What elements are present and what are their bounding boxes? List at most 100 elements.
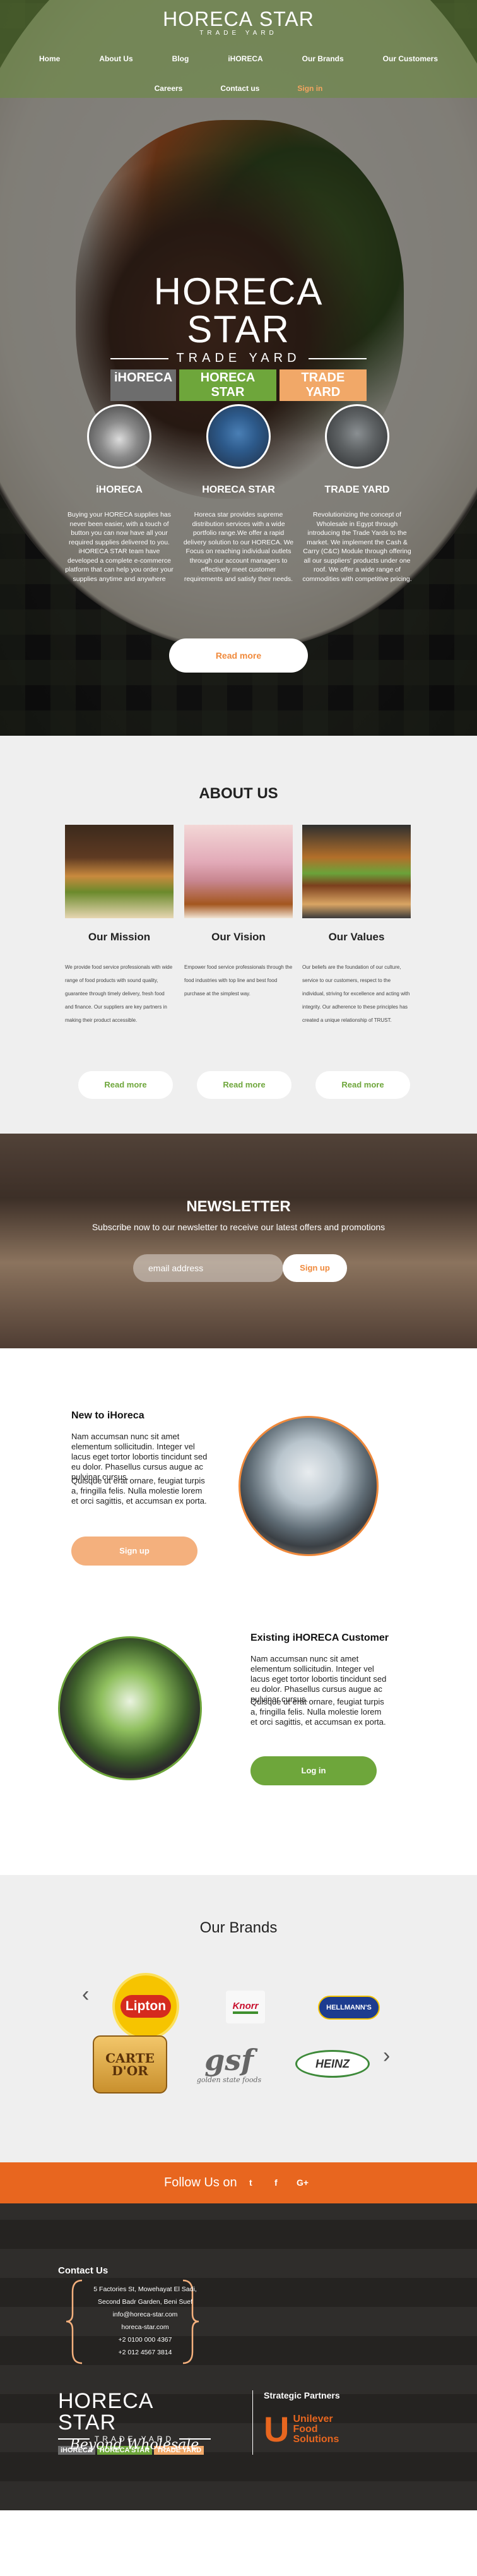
hero-logo-star: STAR <box>187 308 290 350</box>
hero-logo-sub: TRADE YARD <box>176 351 301 365</box>
google-plus-icon[interactable]: G+ <box>297 2178 309 2188</box>
chevron-left-icon[interactable]: ‹ <box>82 1982 89 2007</box>
trade-yard-title: TRADE YARD <box>324 484 390 495</box>
nav-contact-us[interactable]: Contact us <box>220 84 259 93</box>
logo-sub-text: TRADE YARD <box>199 30 278 37</box>
follow-bar: Follow Us on t f G+ <box>0 2162 477 2203</box>
existing-customer-text-2: Quisque ut erat ornare, feugiat turpis a… <box>250 1697 386 1727</box>
partner-name-line-1: Unilever <box>293 2414 333 2424</box>
nav-our-customers[interactable]: Our Customers <box>383 54 438 63</box>
nav-row-secondary: Careers Contact us Sign in <box>0 84 477 93</box>
existing-customer-title: Existing iHORECA Customer <box>250 1632 389 1643</box>
footer-logo-main: HORECA <box>58 2389 154 2413</box>
nav-sign-in[interactable]: Sign in <box>297 84 322 93</box>
follow-us-label: Follow Us on <box>164 2176 237 2190</box>
laptop-image <box>238 1416 379 1556</box>
unilever-u-icon: U <box>264 2409 290 2449</box>
gsf-logo-text: gsf <box>204 2042 254 2077</box>
gsf-logo-tagline: golden state foods <box>196 2075 262 2084</box>
lipton-logo-text: Lipton <box>120 1995 172 2018</box>
logo-star-text: STAR <box>259 8 314 30</box>
newsletter-overlay <box>0 1134 477 1348</box>
hero-logo-tab-ihoreca: iHORECA <box>110 369 177 401</box>
brand-carte-dor[interactable]: CARTE D'OR <box>93 2035 167 2094</box>
footer-divider <box>252 2390 253 2455</box>
vision-text: Empower food service professionals throu… <box>184 964 293 997</box>
logo-main-text: HORECA <box>163 8 254 30</box>
nav-logo[interactable]: HORECA STAR TRADE YARD <box>0 8 477 37</box>
hellmanns-logo-text: HELLMANN'S <box>326 2004 372 2011</box>
mission-read-more-button[interactable]: Read more <box>78 1071 173 1099</box>
newsletter-title: NEWSLETTER <box>186 1198 291 1215</box>
heinz-logo-text: HEINZ <box>315 2057 350 2070</box>
contact-phone-1: +2 0100 000 4367 <box>118 2336 172 2344</box>
footer-logo-star: STAR <box>58 2411 117 2435</box>
partner-name-line-3: Solutions <box>293 2434 339 2445</box>
log-in-button[interactable]: Log in <box>250 1756 377 1785</box>
brand-lipton[interactable]: Lipton <box>112 1973 179 2040</box>
knorr-logo-text: Knorr <box>232 2001 259 2014</box>
footer-slogan: Beyond Wholesale <box>69 2437 199 2453</box>
brand-heinz[interactable]: HEINZ <box>295 2050 370 2078</box>
strategic-partners-title: Strategic Partners <box>264 2390 340 2400</box>
unilever-food-solutions-logo[interactable]: U Unilever Food Solutions <box>264 2412 339 2447</box>
values-title: Our Values <box>328 931 385 943</box>
hero-logo-tab-trade-yard: TRADE YARD <box>279 369 367 401</box>
contact-website[interactable]: horeca-star.com <box>82 2323 208 2331</box>
values-image <box>302 825 411 918</box>
nav-about-us[interactable]: About Us <box>99 54 132 63</box>
vision-image <box>184 825 293 918</box>
nav-careers[interactable]: Careers <box>155 84 183 93</box>
address-line-2: Second Badr Garden, Beni Suef <box>97 2298 192 2306</box>
nav-our-brands[interactable]: Our Brands <box>302 54 344 63</box>
mission-title: Our Mission <box>88 931 151 943</box>
about-section: ABOUT US Our Mission Our Vision Our Valu… <box>0 736 477 1134</box>
trade-yard-image <box>325 404 389 469</box>
nav-row-primary: Home About Us Blog iHORECA Our Brands Ou… <box>0 54 477 63</box>
contact-phone-2: +2 012 4567 3814 <box>118 2349 172 2356</box>
newsletter-sign-up-button[interactable]: Sign up <box>283 1254 347 1282</box>
vision-title: Our Vision <box>211 931 266 943</box>
mission-text: We provide food service professionals wi… <box>65 964 173 1023</box>
nav-ihoreca[interactable]: iHORECA <box>228 54 262 63</box>
footer: Contact Us 5 Factories St, Mowehayat El … <box>0 2203 477 2510</box>
mission-image <box>65 825 174 918</box>
twitter-icon[interactable]: t <box>249 2178 252 2188</box>
nav-home[interactable]: Home <box>39 54 60 63</box>
values-read-more-button[interactable]: Read more <box>315 1071 410 1099</box>
address-line-1: 5 Factories St, Mowehayat El Sadi, <box>93 2285 197 2293</box>
hero-read-more-button[interactable]: Read more <box>169 638 308 673</box>
brands-title: Our Brands <box>199 1919 278 1936</box>
new-customer-title: New to iHoreca <box>71 1410 144 1421</box>
ihoreca-image <box>87 404 151 469</box>
top-navigation: HORECA STAR TRADE YARD Home About Us Blo… <box>0 0 477 98</box>
hero-logo-tab-horeca-star: HORECA STAR <box>179 369 276 401</box>
newsletter-section: NEWSLETTER Subscribe now to our newslett… <box>0 1134 477 1348</box>
newsletter-subtitle: Subscribe now to our newsletter to recei… <box>91 1222 386 1232</box>
ihoreca-website-image <box>58 1636 202 1780</box>
contact-title: Contact Us <box>58 2265 109 2276</box>
brand-knorr[interactable]: Knorr <box>226 1991 265 2023</box>
customers-section: New to iHoreca Nam accumsan nunc sit ame… <box>0 1348 477 1875</box>
chevron-right-icon[interactable]: › <box>383 2044 390 2068</box>
facebook-icon[interactable]: f <box>274 2178 278 2188</box>
contact-email[interactable]: info@horeca-star.com <box>82 2311 208 2318</box>
brand-hellmanns[interactable]: HELLMANN'S <box>318 1996 380 2020</box>
vision-read-more-button[interactable]: Read more <box>197 1071 292 1099</box>
email-input[interactable]: email address <box>133 1254 283 1282</box>
new-customer-text-2: Quisque ut erat ornare, feugiat turpis a… <box>71 1476 207 1506</box>
new-customer-sign-up-button[interactable]: Sign up <box>71 1537 197 1566</box>
horeca-star-text: Horeca star provides supreme distributio… <box>183 511 294 583</box>
partner-name-line-2: Food <box>293 2424 318 2435</box>
new-customer-text-1: Nam accumsan nunc sit amet elementum sol… <box>71 1432 208 1482</box>
brands-section: Our Brands ‹ › Lipton Knorr HELLMANN'S C… <box>0 1875 477 2162</box>
values-text: Our beliefs are the foundation of our cu… <box>302 964 410 1023</box>
hero-logo: HORECA STAR TRADE YARD iHORECA HORECA ST… <box>110 273 367 401</box>
hero-section: HORECA STAR TRADE YARD Home About Us Blo… <box>0 0 477 736</box>
about-title: ABOUT US <box>199 785 278 802</box>
hero-logo-main: HORECA <box>153 270 324 313</box>
brand-gsf[interactable]: gsf golden state foods <box>189 2035 269 2092</box>
trade-yard-text: Revolutionizing the concept of Wholesale… <box>302 511 412 583</box>
nav-blog[interactable]: Blog <box>172 54 189 63</box>
horeca-star-image <box>206 404 271 469</box>
